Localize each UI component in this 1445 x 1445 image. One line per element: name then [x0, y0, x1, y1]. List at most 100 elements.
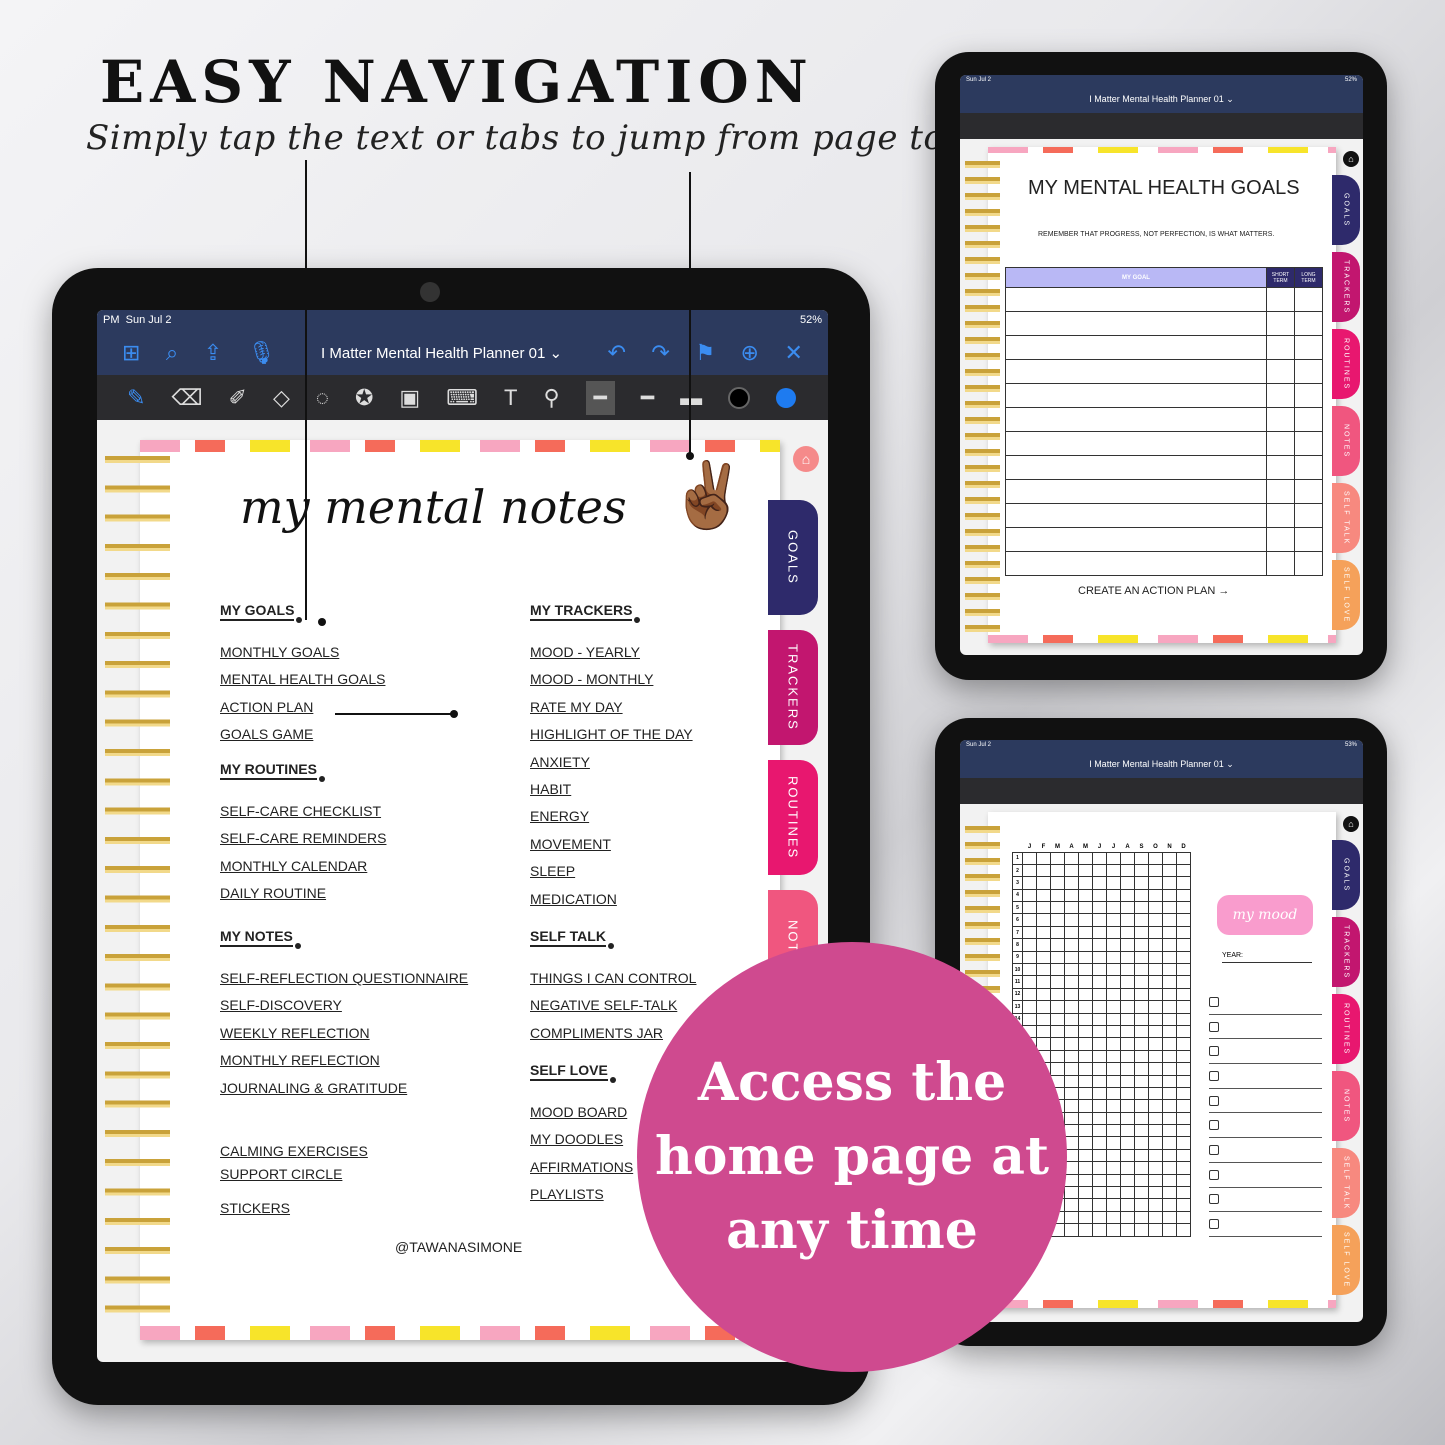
mood-cell[interactable]: [1162, 1000, 1177, 1014]
goal-row[interactable]: [1005, 551, 1323, 576]
mood-cell[interactable]: [1134, 1186, 1149, 1200]
pen-icon[interactable]: ✎: [127, 385, 145, 411]
mood-cell[interactable]: [1148, 1186, 1163, 1200]
checkbox-row[interactable]: [1209, 1039, 1322, 1065]
mood-cell[interactable]: [1162, 962, 1177, 977]
mood-cell[interactable]: [1064, 1223, 1079, 1237]
nav-link[interactable]: SELF-DISCOVERY: [220, 992, 468, 1019]
mood-cell[interactable]: [1148, 1074, 1163, 1088]
mood-cell[interactable]: [1078, 962, 1093, 977]
mood-cell[interactable]: [1078, 1148, 1093, 1163]
goal-row[interactable]: [1005, 335, 1323, 360]
mood-cell[interactable]: [1064, 1062, 1079, 1076]
mood-cell[interactable]: [1050, 1062, 1065, 1076]
mood-cell[interactable]: [1176, 1124, 1191, 1138]
mood-cell[interactable]: [1092, 1186, 1107, 1200]
mood-cell[interactable]: [1176, 1037, 1191, 1051]
mood-cell[interactable]: [1050, 950, 1065, 965]
mood-cell[interactable]: [1106, 888, 1121, 903]
mood-cell[interactable]: [1162, 901, 1177, 915]
mood-cell[interactable]: [1106, 901, 1121, 915]
document-title[interactable]: I Matter Mental Health Planner 01 ⌄: [321, 344, 562, 362]
mood-cell[interactable]: [1064, 1198, 1079, 1212]
goal-row[interactable]: [1005, 455, 1323, 480]
mood-cell[interactable]: [1050, 876, 1065, 890]
mood-cell[interactable]: [1162, 987, 1177, 1002]
nav-link[interactable]: MONTHLY GOALS: [220, 639, 385, 666]
mood-cell[interactable]: [1022, 987, 1037, 1002]
nav-link[interactable]: ENERGY: [530, 803, 693, 830]
mood-cell[interactable]: [1162, 1136, 1177, 1150]
bookmark-icon[interactable]: ⚑: [695, 340, 715, 366]
mood-cell[interactable]: [1064, 1037, 1079, 1051]
mood-cell[interactable]: [1162, 1049, 1177, 1064]
mood-cell[interactable]: [1092, 950, 1107, 965]
mood-cell[interactable]: [1064, 1124, 1079, 1138]
nav-link[interactable]: RATE MY DAY: [530, 694, 693, 721]
mood-cell[interactable]: [1050, 1037, 1065, 1051]
mood-cell[interactable]: [1162, 876, 1177, 890]
nav-link[interactable]: HIGHLIGHT OF THE DAY: [530, 721, 693, 748]
mood-cell[interactable]: [1162, 950, 1177, 965]
nav-link[interactable]: ANXIETY: [530, 749, 693, 776]
nav-link[interactable]: SELF-REFLECTION QUESTIONNAIRE: [220, 965, 468, 992]
goal-row[interactable]: [1005, 359, 1323, 384]
mood-cell[interactable]: [1036, 950, 1051, 965]
home-button[interactable]: ⌂: [793, 446, 819, 472]
mood-cell[interactable]: [1134, 950, 1149, 965]
mood-cell[interactable]: [1036, 863, 1051, 878]
mood-cell[interactable]: [1148, 975, 1163, 989]
mood-cell[interactable]: [1120, 1062, 1135, 1076]
mood-cell[interactable]: [1176, 1223, 1191, 1237]
mood-cell[interactable]: [1176, 1173, 1191, 1188]
mood-cell[interactable]: [1134, 888, 1149, 903]
mood-cell[interactable]: [1134, 1223, 1149, 1237]
mood-cell[interactable]: [1106, 1012, 1121, 1026]
goal-row[interactable]: [1005, 287, 1323, 312]
mood-cell[interactable]: [1134, 1000, 1149, 1014]
mood-cell[interactable]: [1148, 1161, 1163, 1175]
mood-cell[interactable]: [1148, 1210, 1163, 1225]
tab-trackers[interactable]: TRACKERS: [1332, 252, 1360, 322]
mood-cell[interactable]: [1120, 1000, 1135, 1014]
mood-cell[interactable]: [1092, 1198, 1107, 1212]
mood-cell[interactable]: [1134, 1148, 1149, 1163]
mood-cell[interactable]: [1064, 1173, 1079, 1188]
goal-row[interactable]: [1005, 503, 1323, 528]
mood-cell[interactable]: [1162, 1124, 1177, 1138]
keyboard-icon[interactable]: ⌨: [446, 385, 478, 411]
tab-routines[interactable]: ROUTINES: [1332, 329, 1360, 399]
mood-cell[interactable]: [1022, 975, 1037, 989]
mood-cell[interactable]: [1120, 1223, 1135, 1237]
mood-cell[interactable]: [1092, 1086, 1107, 1101]
mood-cell[interactable]: [1120, 1099, 1135, 1113]
mood-cell[interactable]: [1022, 962, 1037, 977]
mood-cell[interactable]: [1036, 975, 1051, 989]
mood-cell[interactable]: [1022, 851, 1037, 865]
mood-cell[interactable]: [1148, 925, 1163, 940]
goal-row[interactable]: [1005, 527, 1323, 552]
mood-cell[interactable]: [1064, 851, 1079, 865]
mood-cell[interactable]: [1148, 1223, 1163, 1237]
mood-cell[interactable]: [1106, 1037, 1121, 1051]
mood-cell[interactable]: [1064, 1111, 1079, 1126]
mood-cell[interactable]: [1078, 1074, 1093, 1088]
nav-link[interactable]: JOURNALING & GRATITUDE: [220, 1075, 468, 1102]
mood-cell[interactable]: [1162, 938, 1177, 952]
tab-goals[interactable]: GOALS: [768, 500, 818, 615]
mood-cell[interactable]: [1092, 1074, 1107, 1088]
mood-cell[interactable]: [1092, 1148, 1107, 1163]
mood-cell[interactable]: [1092, 901, 1107, 915]
mood-cell[interactable]: [1106, 876, 1121, 890]
mood-cell[interactable]: [1176, 1161, 1191, 1175]
mood-cell[interactable]: [1148, 913, 1163, 927]
mood-cell[interactable]: [1134, 1136, 1149, 1150]
link-stickers[interactable]: STICKERS: [220, 1195, 368, 1222]
mood-cell[interactable]: [1120, 1136, 1135, 1150]
mood-cell[interactable]: [1162, 913, 1177, 927]
mood-cell[interactable]: [1078, 987, 1093, 1002]
mood-cell[interactable]: [1050, 901, 1065, 915]
mood-cell[interactable]: [1078, 1037, 1093, 1051]
mood-cell[interactable]: [1148, 863, 1163, 878]
mood-cell[interactable]: [1036, 962, 1051, 977]
